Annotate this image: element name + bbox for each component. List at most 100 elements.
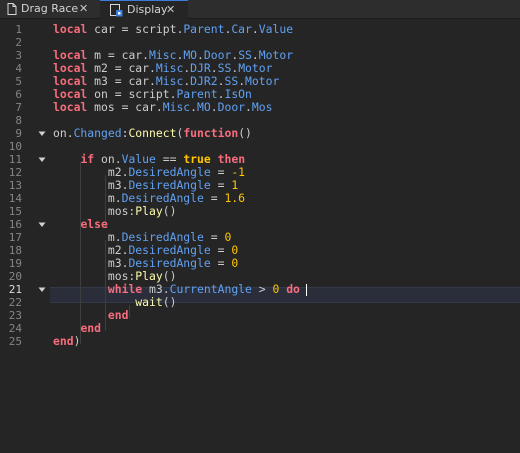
code-token: = — [210, 178, 232, 192]
code-token: SS — [217, 61, 232, 75]
code-token: end — [53, 334, 74, 348]
code-token: Changed — [73, 126, 122, 140]
code-token: local — [53, 100, 88, 114]
code-token: Motor — [258, 48, 294, 62]
code-line[interactable]: local mos = car.Misc.MO.Door.Mos — [53, 101, 272, 114]
code-token: DJR2 — [190, 74, 218, 88]
code-token: Value — [258, 22, 294, 36]
line-number: 11 — [8, 153, 22, 166]
line-number: 24 — [8, 322, 22, 335]
code-token: mos: — [53, 204, 136, 218]
code-token: Value — [121, 152, 156, 166]
fold-arrow-icon[interactable] — [38, 286, 46, 294]
tab-drag-race[interactable]: Drag Race ✕ — [0, 0, 100, 18]
code-line[interactable]: local car = script.Parent.Car.Value — [53, 23, 293, 36]
code-token: . — [251, 48, 259, 62]
line-number: 10 — [8, 140, 22, 153]
line-number: 12 — [8, 166, 22, 179]
fold-arrow-icon[interactable] — [38, 130, 46, 138]
code-token: end — [80, 321, 102, 335]
code-token: DesiredAngle — [128, 178, 211, 192]
tab-bar: Drag Race ✕ Display ✕ — [0, 0, 520, 19]
code-token: DJR — [190, 61, 211, 75]
code-editor[interactable]: 1 2 3 4 5 6 7 8 9 10 11 12 13 14 15 16 17 18 19 20 21 22 23 24 2… — [0, 19, 520, 453]
code-token: 0 — [231, 243, 239, 257]
code-token: end — [107, 308, 129, 322]
code-token: 0 — [224, 230, 232, 244]
close-icon[interactable]: ✕ — [166, 1, 175, 19]
line-number: 3 — [15, 49, 22, 62]
code-token: on = script. — [87, 87, 177, 101]
code-token: Misc — [155, 74, 184, 88]
code-token: Misc — [149, 48, 177, 62]
code-token: if — [80, 152, 95, 166]
code-token: 0 — [231, 256, 239, 270]
code-token: -1 — [231, 165, 246, 179]
line-number: 15 — [8, 205, 22, 218]
code-token: m. — [53, 230, 122, 244]
code-token: = — [203, 191, 225, 205]
code-token: DesiredAngle — [128, 256, 211, 270]
line-number: 16 — [8, 218, 22, 231]
code-token: m = car. — [87, 48, 150, 62]
code-token: Parent — [176, 87, 218, 101]
code-token: = — [210, 165, 232, 179]
code-token: Door — [217, 100, 246, 114]
code-token: local — [53, 61, 88, 75]
line-number: 14 — [8, 192, 22, 205]
code-token: . — [190, 100, 198, 114]
code-token: == — [155, 152, 184, 166]
code-token: mos = car. — [87, 100, 163, 114]
code-token: true — [183, 152, 211, 166]
code-token: SS — [224, 74, 239, 88]
code-token: = — [210, 243, 232, 257]
code-token: . — [210, 100, 218, 114]
code-token: while — [107, 282, 143, 296]
code-token: then — [217, 152, 246, 166]
code-token: car = script. — [87, 22, 184, 36]
close-icon[interactable]: ✕ — [79, 0, 88, 18]
code-token: () — [162, 204, 177, 218]
code-token: local — [53, 48, 88, 62]
code-token: SS — [238, 48, 252, 62]
code-token: m. — [53, 191, 122, 205]
line-number: 25 — [8, 335, 22, 348]
code-token: Parent — [183, 22, 225, 36]
code-token: local — [53, 22, 88, 36]
code-token: wait — [135, 295, 163, 309]
line-number: 21 — [8, 283, 22, 296]
code-token: > — [251, 282, 273, 296]
line-number: 7 — [15, 101, 22, 114]
code-token: Misc — [162, 100, 191, 114]
line-number: 4 — [15, 62, 22, 75]
code-token: CurrentAngle — [169, 282, 252, 296]
fold-arrow-icon[interactable] — [38, 156, 46, 164]
code-token: ) — [73, 334, 81, 348]
code-line[interactable]: on.Changed:Connect(function() — [53, 127, 252, 140]
code-token: 1 — [231, 178, 239, 192]
code-token: Connect — [128, 126, 177, 140]
line-number: 6 — [15, 88, 22, 101]
code-token: = — [210, 256, 232, 270]
code-token: Door — [203, 48, 232, 62]
line-number: 2 — [15, 36, 22, 49]
code-token: IsOn — [224, 87, 252, 101]
tab-display[interactable]: Display ✕ — [100, 0, 188, 19]
code-line[interactable]: end) — [53, 335, 80, 348]
code-token: DesiredAngle — [121, 230, 204, 244]
code-token: Mos — [251, 100, 273, 114]
code-token: = — [203, 230, 225, 244]
code-token: Play — [135, 204, 163, 218]
code-token: MO — [197, 100, 211, 114]
code-token: mos: — [53, 269, 136, 283]
fold-arrow-icon[interactable] — [38, 221, 46, 229]
code-token: function — [183, 126, 239, 140]
line-number: 18 — [8, 244, 22, 257]
code-token: MO — [183, 48, 198, 62]
